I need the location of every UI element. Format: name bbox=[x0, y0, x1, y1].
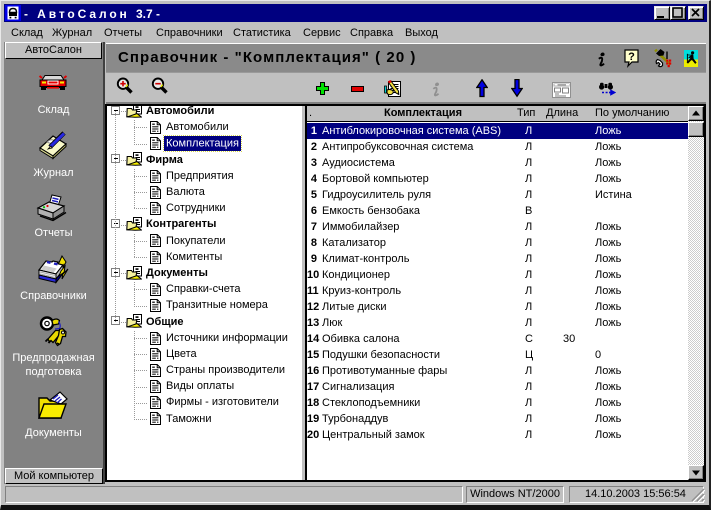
svg-text:?: ? bbox=[628, 51, 635, 63]
